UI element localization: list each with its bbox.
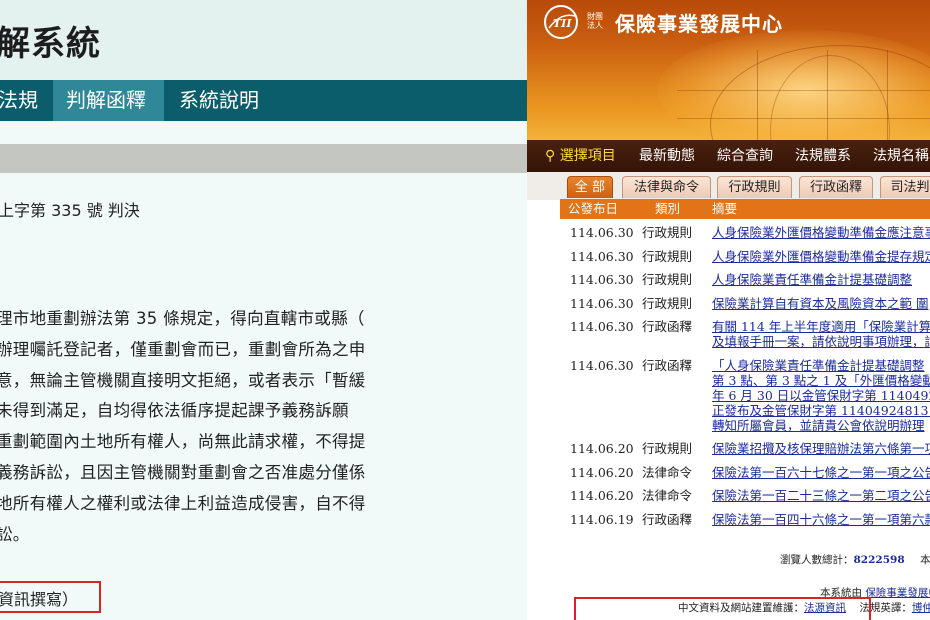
row-category: 行政規則 <box>642 295 693 311</box>
row-summary-link[interactable]: 保險法第一百六十七條之一第一項之公告 <box>712 465 930 480</box>
menu-item-select[interactable]: ⚲ 選擇項目 <box>545 140 616 172</box>
logo-text: TII <box>553 17 572 30</box>
globe-line <box>677 118 930 119</box>
tab-laws-orders[interactable]: 法律與命令 <box>622 176 711 198</box>
menu-item-law-names[interactable]: 法規名稱 <box>873 140 929 172</box>
row-summary-link[interactable]: 保險業計算自有資本及風險資本之範 圍 <box>712 296 928 311</box>
highlighted-footer-box <box>574 597 871 620</box>
column-header-category: 類別 <box>655 201 681 216</box>
visitor-counter: 瀏覽人數總計：8222598 <box>780 552 905 567</box>
row-summary-link[interactable]: 保險法第一百四十六條之一第一項第六款 <box>712 512 930 527</box>
row-summary-link[interactable]: 有關 114 年上半年度適用「保險業計算自 <box>712 319 930 334</box>
column-header-date: 公發布日 <box>568 201 619 216</box>
row-category: 行政規則 <box>642 248 693 264</box>
paragraph-line: 未得到滿足，自均得依法循序提起課予義務訴願 <box>0 401 349 421</box>
row-date: 114.06.30 <box>570 319 634 334</box>
globe-line <box>677 90 930 91</box>
row-category: 行政規則 <box>642 225 693 240</box>
paragraph-line: 理市地重劃辦法第 35 條規定，得向直轄市或縣（ <box>0 309 365 328</box>
row-summary-link[interactable]: 人身保險業責任準備金計提基礎調整 <box>712 272 912 287</box>
page-label: 本 <box>920 554 930 566</box>
row-summary-link[interactable]: 轉知所屬會員，並請貴公會依說明辦理 <box>712 418 925 433</box>
tab-admin-interpretations[interactable]: 行政函釋 <box>799 176 873 198</box>
row-category: 行政規則 <box>642 441 693 456</box>
row-summary-link[interactable]: 人身保險業外匯價格變動準備金應注意事 <box>712 225 930 240</box>
globe-line <box>757 50 758 140</box>
source-note-text: 資訊撰寫） <box>0 590 79 609</box>
ruling-paragraph: 理市地重劃辦法第 35 條規定，得向直轄市或縣（ 辦理囑託登記者，僅重劃會而已，… <box>0 304 526 550</box>
row-date: 114.06.30 <box>570 248 634 264</box>
row-category: 法律命令 <box>642 464 693 480</box>
menu-item-law-system[interactable]: 法規體系 <box>795 140 851 172</box>
law-system-pane: 解系統 法規 判解函釋 系統說明 上字第 335 號 判決 理市地重劃辦法第 3… <box>0 0 527 620</box>
row-category: 行政規則 <box>642 272 693 287</box>
footer-org-link[interactable]: 保險事業發展中 <box>865 587 930 599</box>
menu-item-label: 選擇項目 <box>559 148 616 164</box>
org-type-label: 財團法人 <box>587 12 603 30</box>
paragraph-line: 義務訴訟，且因主管機關對重劃會之否准處分僅係 <box>0 462 366 482</box>
case-title: 上字第 335 號 判決 <box>0 201 140 220</box>
visitor-count: 8222598 <box>853 554 905 566</box>
section-divider <box>0 144 527 173</box>
top-menu: ⚲ 選擇項目 最新動態 綜合查詢 法規體系 法規名稱 <box>527 140 930 172</box>
visitor-label: 瀏覽人數總計： <box>780 554 854 566</box>
globe-line <box>827 50 828 140</box>
paragraph-line: 地所有權人之權利或法律上利益造成侵害，自不得 <box>0 493 366 513</box>
row-date: 114.06.20 <box>570 441 634 456</box>
tab-judicial[interactable]: 司法判 <box>880 176 930 198</box>
column-header-summary: 摘要 <box>712 201 738 216</box>
row-category: 行政函釋 <box>642 357 693 373</box>
row-summary-link[interactable]: 保險法第一百二十三條之一第二項之公告 <box>712 488 930 503</box>
row-date: 114.06.30 <box>570 295 634 311</box>
menu-item-latest[interactable]: 最新動態 <box>639 140 695 172</box>
row-date: 114.06.30 <box>570 225 634 240</box>
main-nav: 法規 判解函釋 系統說明 <box>0 80 527 121</box>
nav-item-regulations[interactable]: 法規 <box>0 80 48 121</box>
row-date: 114.06.30 <box>570 272 634 287</box>
nav-item-system-guide[interactable]: 系統說明 <box>179 80 279 121</box>
row-category: 行政函釋 <box>642 511 693 527</box>
menu-item-search[interactable]: 綜合查詢 <box>717 140 773 172</box>
row-summary-link[interactable]: 保險業招攬及核保理賠辦法第六條第一項 <box>712 441 930 456</box>
tab-all[interactable]: 全 部 <box>567 176 613 198</box>
tii-logo-icon: TII <box>544 5 578 39</box>
footer-translator-link[interactable]: 博仲法 <box>912 602 930 614</box>
row-category: 行政函釋 <box>642 319 693 334</box>
row-date: 114.06.19 <box>570 511 634 527</box>
header-bar: 解系統 <box>0 0 527 80</box>
row-summary-link[interactable]: 正發布及金管保財字第 11404924813 號令 <box>712 403 930 418</box>
paragraph-line: 重劃範圍內土地所有權人，尚無此請求權，不得提 <box>0 432 366 452</box>
paragraph-line: 意，無論主管機關直接明文拒絕，或者表示「暫緩 <box>0 370 366 390</box>
row-summary-link[interactable]: 年 6 月 30 日以金管保財字第 114049248 <box>712 388 930 403</box>
paragraph-line: 訟。 <box>0 524 30 544</box>
highlighted-source-note: 資訊撰寫） <box>0 581 101 613</box>
row-category: 法律命令 <box>642 488 693 503</box>
globe-line <box>887 50 888 140</box>
insurance-law-pane: TII 財團法人 保險事業發展中心 ⚲ 選擇項目 最新動態 綜合查詢 法規體系 … <box>527 0 930 620</box>
row-date: 114.06.30 <box>570 357 634 373</box>
row-date: 114.06.20 <box>570 464 634 480</box>
org-name: 保險事業發展中心 <box>615 12 783 36</box>
site-title: 解系統 <box>0 24 101 64</box>
table-header: 公發布日 類別 摘要 <box>560 199 930 219</box>
header-banner: TII 財團法人 保險事業發展中心 <box>527 0 930 140</box>
row-summary-link[interactable]: 及填報手冊一案，請依說明事項辦理，請 <box>712 334 930 349</box>
paragraph-line: 辦理囑託登記者，僅重劃會而已，重劃會所為之申 <box>0 339 366 359</box>
row-summary-link[interactable]: 第 3 點、第 3 點之 1 及「外匯價格變動準 <box>712 373 930 388</box>
row-summary-link[interactable]: 「人身保險業責任準備金計提基礎調整 <box>712 358 925 373</box>
tab-admin-rules[interactable]: 行政規則 <box>717 176 792 198</box>
row-date: 114.06.20 <box>570 488 634 503</box>
row-summary-link[interactable]: 人身保險業外匯價格變動準備金提存規定 <box>712 249 930 264</box>
nav-item-rulings[interactable]: 判解函釋 <box>53 80 164 121</box>
search-icon: ⚲ <box>545 148 556 164</box>
